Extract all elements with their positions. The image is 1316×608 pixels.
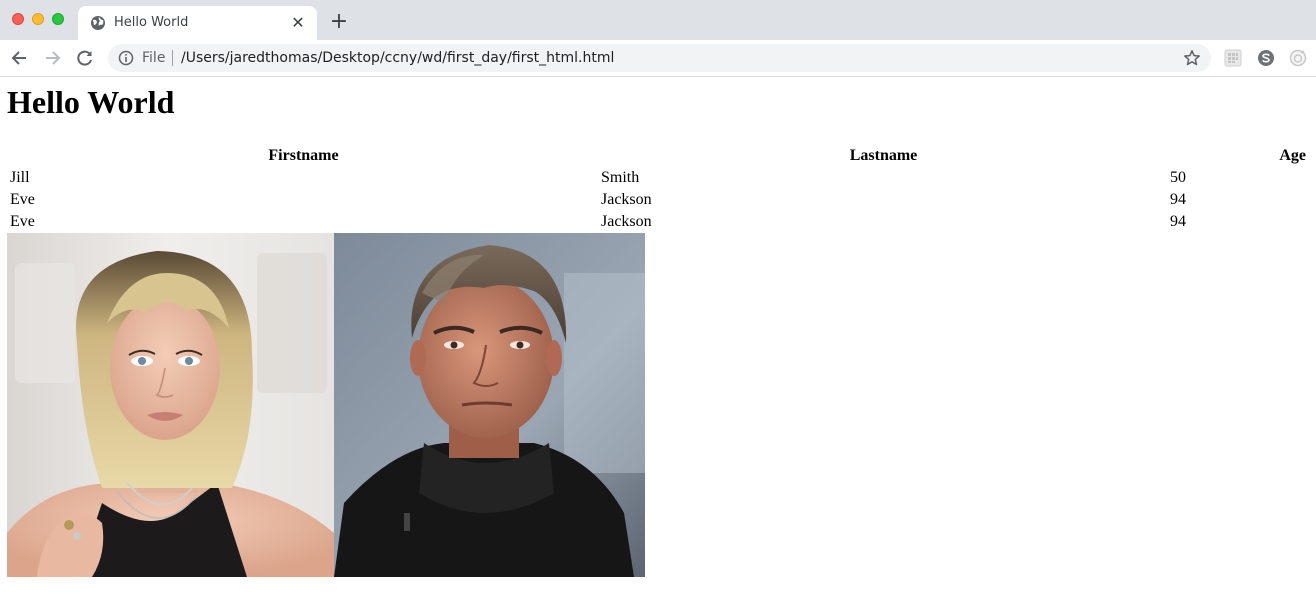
portrait-photo-man (334, 233, 645, 577)
skype-icon[interactable] (1257, 49, 1275, 67)
column-header-lastname: Lastname (849, 147, 918, 164)
address-bar[interactable]: File /Users/jaredthomas/Desktop/ccny/wd/… (108, 44, 1211, 72)
people-table: Firstname Lastname Age Jill Smith 50 Eve… (7, 144, 1309, 234)
tab-strip: Hello World ✕ + (0, 0, 1316, 40)
column-header-firstname: Firstname (268, 147, 339, 164)
table-cell: 94 (1170, 191, 1186, 208)
table-row: Eve Jackson 94 (9, 190, 1307, 210)
tab-title: Hello World (114, 15, 189, 30)
table-cell: Eve (10, 191, 35, 208)
table-header-row: Firstname Lastname Age (9, 146, 1307, 166)
reload-icon[interactable] (75, 48, 95, 68)
page-heading: Hello World (7, 84, 175, 120)
info-icon[interactable] (118, 50, 134, 66)
window-close-button[interactable] (12, 13, 24, 25)
tab-close-icon[interactable]: ✕ (289, 14, 307, 32)
back-arrow-icon[interactable] (10, 48, 30, 68)
extension-circle-icon[interactable] (1289, 49, 1307, 67)
table-cell: 50 (1170, 169, 1186, 186)
table-cell: Smith (601, 169, 640, 186)
new-tab-button[interactable]: + (328, 11, 350, 33)
forward-arrow-icon[interactable] (42, 48, 62, 68)
scheme-label: File (142, 50, 166, 66)
table-cell: Jackson (601, 191, 652, 208)
portrait-photo-woman (7, 233, 334, 577)
table-row: Jill Smith 50 (9, 168, 1307, 188)
table-cell: Eve (10, 213, 35, 230)
tab-hello-world[interactable]: Hello World ✕ (78, 6, 317, 40)
table-row: Eve Jackson 94 (9, 212, 1307, 232)
extension-grid-icon[interactable] (1224, 49, 1242, 67)
table-cell: 94 (1170, 213, 1186, 230)
table-cell: Jill (10, 169, 30, 186)
address-separator (172, 50, 173, 66)
table-cell: Jackson (601, 213, 652, 230)
window-minimize-button[interactable] (32, 13, 44, 25)
globe-icon (91, 16, 105, 30)
window-zoom-button[interactable] (52, 13, 64, 25)
column-header-age: Age (1279, 147, 1306, 164)
url-text[interactable]: /Users/jaredthomas/Desktop/ccny/wd/first… (181, 50, 614, 66)
bookmark-star-icon[interactable] (1183, 49, 1201, 67)
page-content: Hello World Firstname Lastname Age Jill … (0, 77, 1316, 608)
portrait-photos (7, 233, 645, 577)
